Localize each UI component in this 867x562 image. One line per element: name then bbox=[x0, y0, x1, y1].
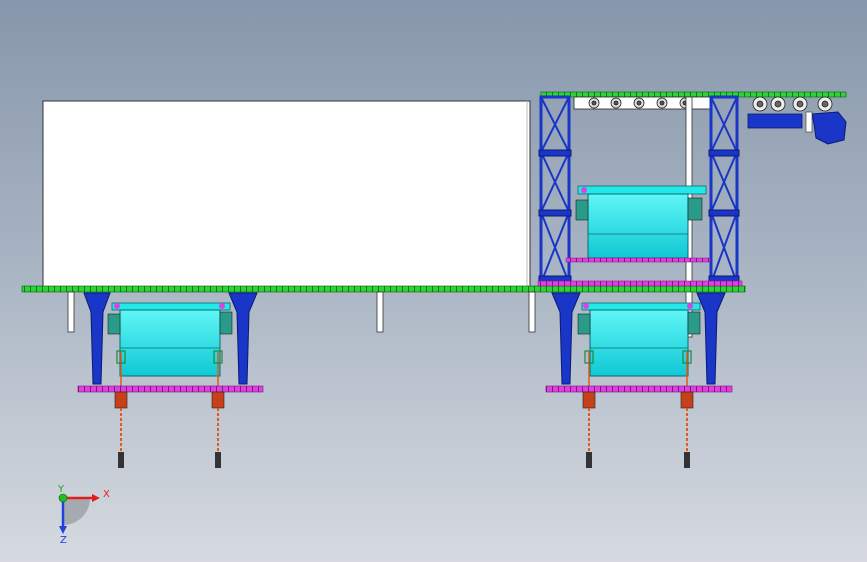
upper-tank bbox=[575, 185, 707, 259]
triad-shadow bbox=[63, 498, 90, 525]
main-floor-rail bbox=[21, 285, 746, 293]
y-axis-dot bbox=[58, 493, 68, 503]
assembly-drawing: X Y Z bbox=[21, 91, 847, 546]
cad-viewport[interactable]: X Y Z bbox=[0, 0, 867, 562]
drive-motor bbox=[811, 111, 847, 145]
trolley-wheels bbox=[573, 96, 833, 112]
coordinate-triad[interactable]: X Y Z bbox=[57, 484, 110, 546]
drive-bar bbox=[747, 113, 803, 129]
top-gantry-rail bbox=[540, 91, 847, 98]
left-lower-station bbox=[77, 292, 264, 468]
right-truss-tower bbox=[708, 95, 740, 285]
left-truss-tower bbox=[538, 95, 572, 285]
z-axis-label: Z bbox=[60, 535, 67, 546]
x-axis-label: X bbox=[103, 489, 110, 500]
white-panel bbox=[42, 100, 531, 288]
right-lower-station bbox=[545, 292, 733, 468]
y-axis-label: Y bbox=[57, 484, 65, 495]
